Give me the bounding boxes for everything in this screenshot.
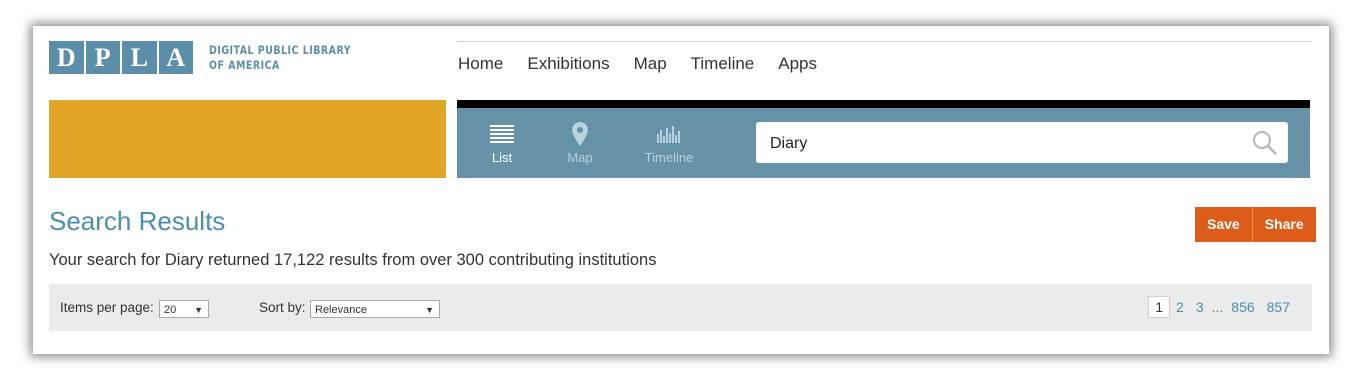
share-button[interactable]: Share bbox=[1251, 207, 1316, 242]
page-link[interactable]: 856 bbox=[1225, 296, 1260, 318]
view-list-button[interactable]: List bbox=[490, 122, 514, 165]
logo-mark: D P L A bbox=[49, 41, 193, 74]
page-link[interactable]: 857 bbox=[1261, 296, 1296, 318]
nav-timeline[interactable]: Timeline bbox=[691, 54, 755, 74]
search-panel: List Map Timeline bbox=[457, 108, 1310, 178]
logo-letter: P bbox=[86, 41, 122, 74]
nav-map[interactable]: Map bbox=[634, 54, 667, 74]
list-icon bbox=[490, 125, 514, 143]
nav-divider bbox=[457, 41, 1312, 42]
main-nav: Home Exhibitions Map Timeline Apps bbox=[458, 54, 817, 74]
page-frame: D P L A DIGITAL PUBLIC LIBRARY OF AMERIC… bbox=[33, 26, 1329, 354]
chevron-down-icon: ▼ bbox=[194, 305, 203, 315]
nav-home[interactable]: Home bbox=[458, 54, 503, 74]
page-current: 1 bbox=[1148, 296, 1171, 318]
logo-letter: L bbox=[122, 41, 159, 74]
view-timeline-button[interactable]: Timeline bbox=[641, 122, 697, 165]
page-link[interactable]: 2 bbox=[1170, 296, 1190, 318]
items-per-page-select[interactable]: 20 ▼ bbox=[159, 300, 209, 318]
timeline-icon bbox=[657, 126, 680, 143]
dpla-logo[interactable]: D P L A DIGITAL PUBLIC LIBRARY OF AMERIC… bbox=[49, 41, 382, 74]
map-pin-icon bbox=[572, 122, 588, 146]
action-buttons: Save Share bbox=[1195, 207, 1316, 242]
pagination: 1 2 3 ... 856 857 bbox=[1148, 296, 1296, 318]
view-map-button[interactable]: Map bbox=[566, 122, 594, 165]
nav-exhibitions[interactable]: Exhibitions bbox=[527, 54, 609, 74]
chevron-down-icon: ▼ bbox=[425, 305, 434, 315]
search-input[interactable] bbox=[768, 122, 1242, 165]
logo-text: DIGITAL PUBLIC LIBRARY OF AMERICA bbox=[209, 42, 352, 72]
sort-value: Relevance bbox=[315, 304, 367, 316]
page-link[interactable]: 3 bbox=[1190, 296, 1210, 318]
search-box bbox=[756, 122, 1288, 165]
items-per-page-label: Items per page: bbox=[60, 300, 154, 315]
results-summary: Your search for Diary returned 17,122 re… bbox=[49, 251, 657, 269]
page-ellipsis: ... bbox=[1211, 299, 1224, 315]
banner-block bbox=[49, 100, 446, 178]
view-map-label: Map bbox=[567, 150, 593, 165]
view-timeline-label: Timeline bbox=[644, 150, 694, 165]
view-list-label: List bbox=[491, 150, 513, 165]
save-button[interactable]: Save bbox=[1195, 207, 1252, 242]
search-panel-topbar bbox=[457, 100, 1310, 108]
results-toolbar: Items per page: 20 ▼ Sort by: Relevance … bbox=[49, 284, 1312, 331]
page-title: Search Results bbox=[49, 206, 226, 236]
items-per-page-value: 20 bbox=[164, 304, 177, 316]
logo-letter: A bbox=[166, 43, 186, 72]
nav-apps[interactable]: Apps bbox=[778, 54, 817, 74]
sort-label: Sort by: bbox=[259, 300, 306, 315]
search-icon[interactable] bbox=[1252, 130, 1278, 156]
logo-letter: D bbox=[49, 41, 86, 74]
sort-select[interactable]: Relevance ▼ bbox=[310, 300, 440, 318]
